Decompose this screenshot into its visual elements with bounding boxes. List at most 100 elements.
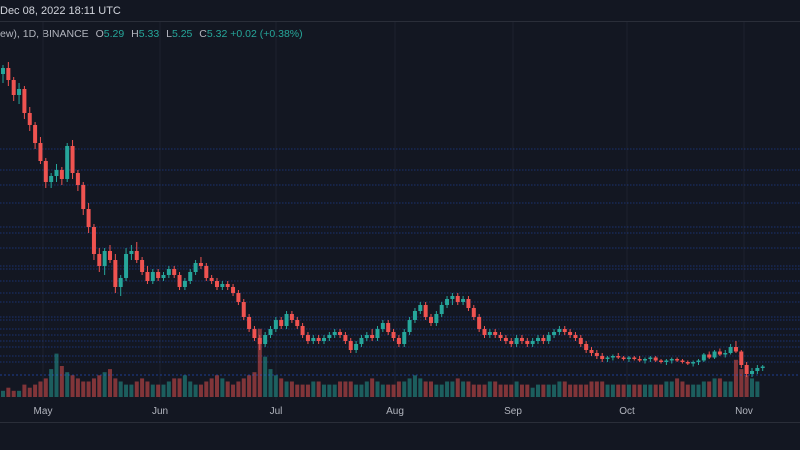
volume-bar: [247, 375, 252, 397]
candle-body: [466, 299, 471, 308]
volume-bar: [65, 372, 70, 397]
volume-bar: [305, 384, 310, 397]
volume-bar: [134, 381, 139, 397]
volume-bar: [632, 384, 637, 397]
volume-bar: [188, 381, 193, 397]
candle-body: [231, 287, 236, 293]
candle-body: [348, 341, 353, 350]
candle-body: [257, 338, 262, 344]
volume-bar: [584, 384, 589, 397]
volume-bar: [450, 381, 455, 397]
candle-body: [49, 176, 54, 182]
candle-body: [182, 281, 187, 287]
volume-bar: [118, 381, 123, 397]
candle-body: [648, 357, 653, 359]
volume-bar: [332, 384, 337, 397]
candle-body: [632, 357, 637, 359]
candle-body: [573, 335, 578, 338]
volume-bar: [546, 384, 551, 397]
volume-bar: [391, 384, 396, 397]
volume-bar: [193, 384, 198, 397]
candle-body: [268, 329, 273, 335]
candle-body: [621, 357, 626, 359]
candle-body: [455, 296, 460, 302]
volume-bar: [712, 378, 717, 397]
volume-bar: [343, 381, 348, 397]
volume-bar: [75, 378, 80, 397]
candle-body: [584, 344, 589, 350]
candle-body: [284, 314, 289, 326]
volume-bar: [664, 381, 669, 397]
volume-bar: [311, 381, 316, 397]
candle-body: [134, 251, 139, 260]
candle-body: [279, 320, 284, 326]
candle-body: [675, 359, 680, 361]
candle-body: [680, 360, 685, 362]
volume-bar: [557, 381, 562, 397]
volume-bar: [129, 384, 134, 397]
volume-bar: [605, 384, 610, 397]
candle-body: [236, 293, 241, 302]
bottom-toolbar: [0, 422, 800, 450]
candle-body: [536, 338, 540, 341]
volume-bar: [541, 384, 546, 397]
candle-body: [493, 332, 498, 335]
candle-body: [263, 335, 268, 344]
candle-body: [696, 360, 701, 362]
candle-body: [145, 272, 150, 281]
volume-bar: [322, 384, 326, 397]
candle-body: [65, 146, 70, 179]
volume-bar: [659, 384, 664, 397]
volume-bar: [172, 378, 177, 397]
volume-bar: [643, 384, 647, 397]
candle-body: [386, 323, 391, 332]
volume-bar: [241, 378, 246, 397]
volume-bar: [578, 384, 583, 397]
volume-bar: [477, 384, 482, 397]
volume-bar: [6, 387, 11, 397]
volume-bar: [423, 381, 428, 397]
candle-body: [161, 275, 166, 278]
candle-body: [717, 351, 722, 355]
volume-bar: [295, 384, 300, 397]
candle-body: [594, 353, 599, 356]
volume-bar: [675, 378, 680, 397]
candle-body: [471, 308, 476, 317]
candle-body: [739, 351, 744, 365]
volume-bar: [461, 381, 466, 397]
volume-bar: [701, 381, 706, 397]
volume-bar: [386, 384, 391, 397]
volume-bar: [273, 375, 278, 397]
candle-body: [204, 266, 209, 278]
volume-bar: [11, 390, 16, 397]
candle-body: [445, 299, 450, 305]
volume-bar: [514, 381, 519, 397]
volume-bar: [300, 384, 305, 397]
candle-body: [600, 356, 605, 359]
volume-bar: [17, 390, 22, 397]
volume-bar: [289, 381, 294, 397]
candle-body: [728, 347, 733, 353]
volume-bar: [669, 381, 674, 397]
candle-body: [712, 351, 717, 358]
candle-body: [359, 338, 364, 344]
candle-body: [289, 314, 294, 320]
candle-body: [75, 173, 80, 185]
top-bar: Dec 08, 2022 18:11 UTC: [0, 0, 800, 22]
candle-body: [241, 302, 246, 317]
volume-bar: [552, 384, 557, 397]
candle-body: [755, 368, 760, 371]
volume-bar: [97, 375, 102, 397]
candle-body: [450, 296, 455, 299]
candle-body: [723, 353, 728, 355]
candle-body: [418, 305, 423, 311]
candle-body: [616, 356, 621, 358]
volume-bar: [418, 378, 423, 397]
volume-bar: [1, 390, 5, 397]
x-tick-label: Aug: [386, 406, 404, 417]
candle-body: [669, 359, 674, 361]
candle-body: [27, 113, 32, 125]
price-chart[interactable]: May Jun Jul Aug Sep Oct Nov: [0, 22, 800, 422]
volume-bar: [498, 384, 503, 397]
volume-bars: [1, 328, 760, 397]
